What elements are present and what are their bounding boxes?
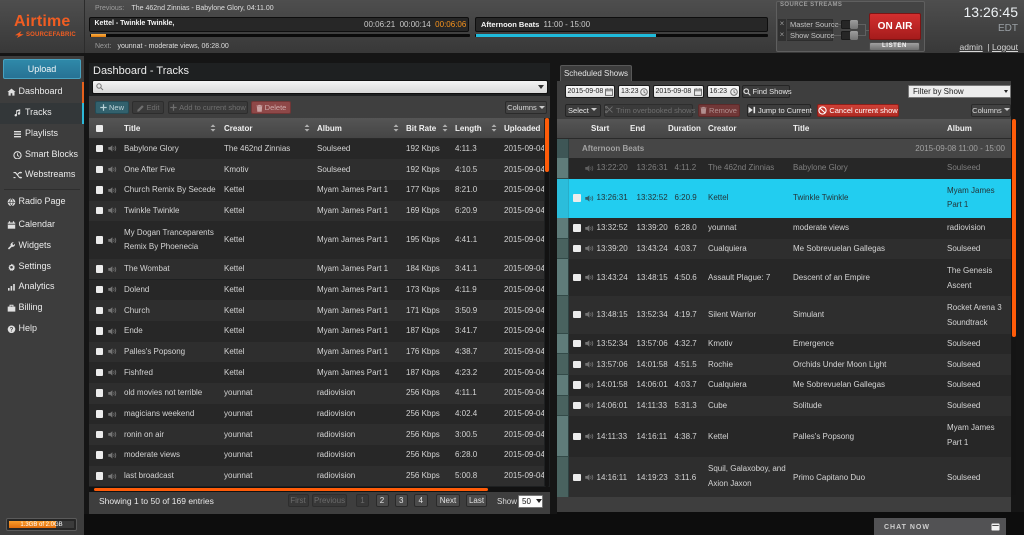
svg-text:?: ? — [10, 327, 14, 333]
